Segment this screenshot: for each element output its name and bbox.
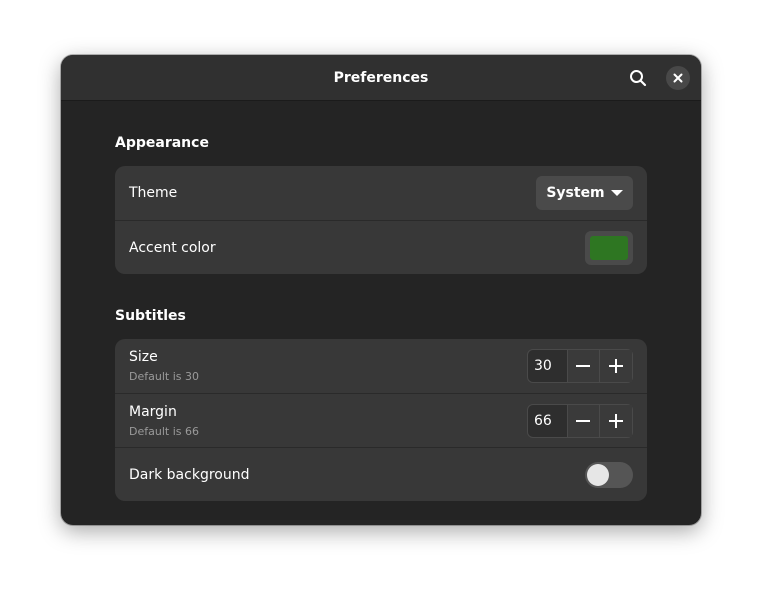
dark-background-switch[interactable]: [585, 462, 633, 488]
search-button[interactable]: [623, 63, 653, 93]
dark-background-label: Dark background: [129, 467, 250, 483]
appearance-heading: Appearance: [115, 135, 209, 151]
margin-value[interactable]: 66: [528, 405, 568, 437]
size-decrease-button[interactable]: [567, 350, 601, 382]
accent-color-swatch: [590, 236, 628, 260]
size-spinbutton: 30: [527, 349, 633, 383]
accent-color-row: Accent color: [115, 220, 647, 274]
margin-increase-button[interactable]: [600, 405, 632, 437]
margin-spinbutton: 66: [527, 404, 633, 438]
theme-label: Theme: [129, 185, 178, 201]
window-title: Preferences: [333, 70, 429, 86]
search-icon: [630, 70, 647, 87]
subtitles-group: Size Default is 30 30 Margin Default is …: [115, 339, 647, 501]
size-value[interactable]: 30: [528, 350, 568, 382]
minus-icon: [576, 420, 591, 422]
theme-row: Theme System: [115, 166, 647, 220]
margin-row: Margin Default is 66 66: [115, 393, 647, 447]
appearance-group: Theme System Accent color: [115, 166, 647, 274]
margin-label: Margin: [129, 404, 177, 420]
size-label: Size: [129, 349, 158, 365]
accent-color-label: Accent color: [129, 240, 216, 256]
header-bar: Preferences: [61, 55, 701, 101]
accent-color-button[interactable]: [585, 231, 633, 265]
size-hint: Default is 30: [129, 370, 199, 383]
minus-icon: [576, 365, 591, 367]
theme-dropdown[interactable]: System: [536, 176, 633, 210]
subtitles-heading: Subtitles: [115, 308, 186, 324]
close-button[interactable]: [666, 66, 690, 90]
preferences-window: Preferences Appearance Theme System Acce…: [61, 55, 701, 525]
theme-value: System: [546, 185, 605, 201]
pan-down-icon: [610, 190, 623, 196]
plus-icon: [609, 359, 624, 373]
size-row: Size Default is 30 30: [115, 339, 647, 393]
plus-icon: [609, 414, 624, 428]
size-increase-button[interactable]: [600, 350, 632, 382]
dark-background-row: Dark background: [115, 447, 647, 501]
switch-knob: [587, 464, 609, 486]
margin-hint: Default is 66: [129, 425, 199, 438]
margin-decrease-button[interactable]: [567, 405, 601, 437]
close-icon: [673, 73, 683, 83]
